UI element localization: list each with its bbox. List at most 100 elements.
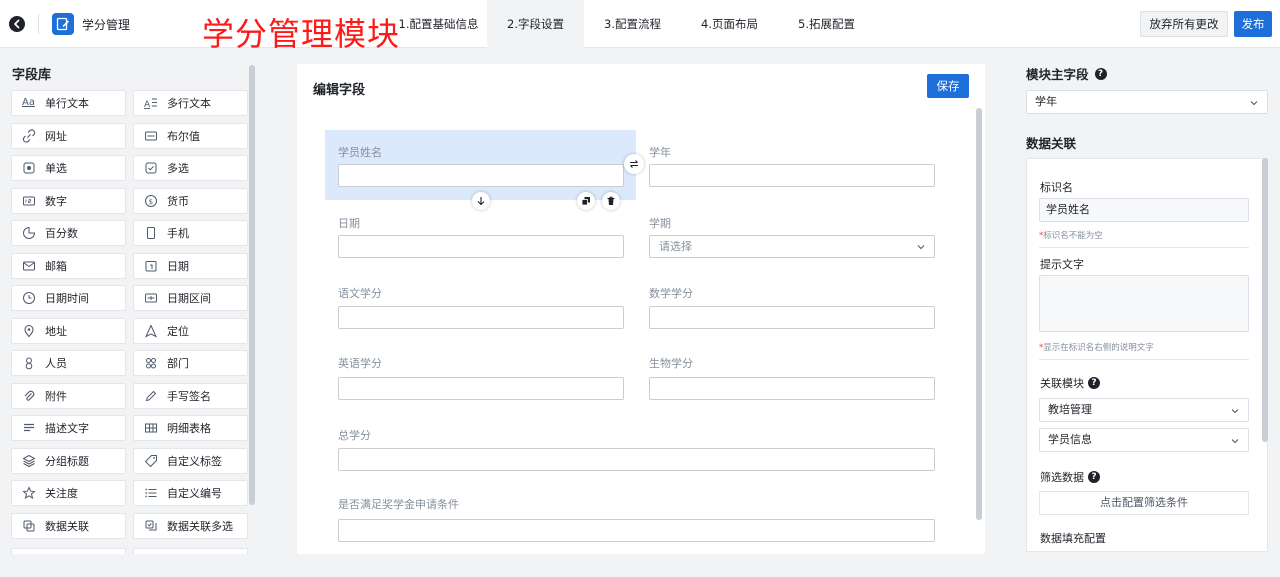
chinese-credit-input[interactable] [338,306,624,329]
field-label-english-credit: 英语学分 [338,357,382,370]
hint-textarea[interactable] [1039,275,1249,332]
field-label-chinese-credit: 语文学分 [338,287,382,300]
field-type-link[interactable]: 网址 [11,122,126,149]
field-type-label: 描述文字 [45,422,89,435]
delete-icon[interactable] [602,192,620,210]
field-type-pen[interactable]: 手写签名 [133,382,248,409]
field-type-number[interactable]: 数字 [11,187,126,214]
tab-step-1[interactable]: 1.配置基础信息 [390,0,487,48]
top-bar: 学分管理 学分管理模块 1.配置基础信息 2.字段设置 3.配置流程 4.页面布局 5.… [0,0,1280,53]
field-type-label: 关注度 [45,487,78,500]
field-type-label: 明细表格 [167,422,211,435]
field-type-date[interactable]: 日期 [133,252,248,279]
math-credit-input[interactable] [649,306,935,329]
field-type-paperclip[interactable]: 附件 [11,382,126,409]
help-icon[interactable]: ? [1088,471,1100,483]
field-type-description[interactable]: 描述文字 [11,415,126,441]
field-type-list[interactable]: 自定义编号 [133,480,248,506]
layers-icon [22,454,36,467]
data-relation-title: 数据关联 [1026,133,1076,152]
table-icon [145,423,157,433]
checkbox-icon [145,162,157,174]
identifier-input[interactable]: 学员姓名 [1039,198,1249,222]
identifier-label: 标识名 [1040,181,1073,194]
link-icon [22,128,36,143]
identifier-value: 学员姓名 [1046,203,1090,216]
clock-icon [23,292,35,304]
field-type-data-link-multi[interactable]: 数据关联多选 [133,512,248,539]
identifier-hint: *标识名不能为空 [1039,231,1103,241]
field-type-layers[interactable]: 分组标题 [11,447,126,474]
configure-filter-button[interactable]: 点击配置筛选条件 [1039,491,1249,515]
field-type-multi-line-text[interactable]: A 多行文本 [133,90,248,116]
field-type-percent[interactable]: 百分数 [11,220,126,246]
publish-button[interactable]: 发布 [1234,11,1272,37]
field-library: Aa 单行文本 A 多行文本网址 布尔值 单选 多选数字 $ 货币 百分数 手机邮箱 日期日期时间 日期… [11,90,248,539]
date-input[interactable] [338,235,624,258]
tab-step-3[interactable]: 3.配置流程 [584,0,681,48]
discard-changes-button[interactable]: 放弃所有更改 [1140,11,1228,37]
editor-title: 编辑字段 [313,83,366,98]
field-type-date-range[interactable]: 日期区间 [133,285,248,311]
field-type-clock[interactable]: 日期时间 [11,285,126,311]
field-type-label: 单行文本 [45,97,89,110]
chevron-down-icon [916,242,926,252]
navigation-icon [144,323,158,338]
field-type-label: 自定义编号 [167,487,222,500]
related-module-select[interactable]: 教培管理 [1039,398,1249,422]
field-type-label: 人员 [45,357,67,370]
editor-scrollbar[interactable] [976,108,982,520]
copy-icon[interactable] [577,192,595,210]
field-type-location-pin[interactable]: 地址 [11,317,126,344]
related-module-label: 关联模块 ? [1040,375,1100,391]
field-type-single-line-text[interactable]: Aa 单行文本 [11,90,126,116]
field-type-radio[interactable]: 单选 [11,155,126,181]
related-form-select[interactable]: 学员信息 [1039,428,1249,452]
field-type-label: 网址 [45,129,67,143]
field-type-label: 手机 [167,227,189,240]
main-field-value: 学年 [1035,95,1057,108]
field-type-department[interactable]: 部门 [133,350,248,376]
field-type-table[interactable]: 明细表格 [133,415,248,441]
school-year-input[interactable] [649,164,935,187]
main-field-title-text: 模块主字段 [1026,67,1089,82]
date-icon [145,260,157,271]
field-type-label: 多行文本 [167,97,211,110]
field-type-label: 日期时间 [45,292,89,305]
total-credit-input[interactable] [338,448,935,471]
field-type-checkbox[interactable]: 多选 [133,155,248,181]
field-type-currency[interactable]: $ 货币 [133,187,248,214]
field-type-data-link[interactable]: 数据关联 [11,512,126,539]
location-pin-icon [24,324,34,337]
field-type-mail[interactable]: 邮箱 [11,252,126,279]
english-credit-input[interactable] [338,377,624,400]
help-icon[interactable]: ? [1088,377,1100,389]
field-type-tag[interactable]: 自定义标签 [133,447,248,474]
scholarship-input[interactable] [338,519,935,542]
swap-icon[interactable] [624,154,644,174]
student-name-input[interactable] [338,164,624,187]
field-type-label: 手写签名 [167,389,211,403]
tab-step-2[interactable]: 2.字段设置 [487,0,584,48]
person-icon [25,357,33,370]
list-icon [145,488,157,498]
field-type-label: 多选 [167,162,189,175]
field-type-phone[interactable]: 手机 [133,220,248,246]
relation-scrollbar[interactable] [1262,158,1268,442]
move-down-icon[interactable] [472,192,490,210]
tab-step-5[interactable]: 5.拓展配置 [778,0,875,48]
help-icon[interactable]: ? [1094,67,1107,80]
divider [1039,247,1249,248]
save-button[interactable]: 保存 [927,74,969,98]
main-field-select[interactable]: 学年 [1026,90,1268,114]
field-type-navigation[interactable]: 定位 [133,317,248,344]
biology-credit-input[interactable] [649,377,935,400]
semester-select[interactable]: 请选择 [649,235,935,258]
field-type-boolean[interactable]: 布尔值 [133,122,248,149]
back-icon[interactable] [8,15,26,33]
field-type-label: 分组标题 [45,454,89,468]
library-scrollbar[interactable] [249,65,255,505]
field-type-star[interactable]: 关注度 [11,480,126,506]
tab-step-4[interactable]: 4.页面布局 [681,0,778,48]
field-type-person[interactable]: 人员 [11,350,126,376]
